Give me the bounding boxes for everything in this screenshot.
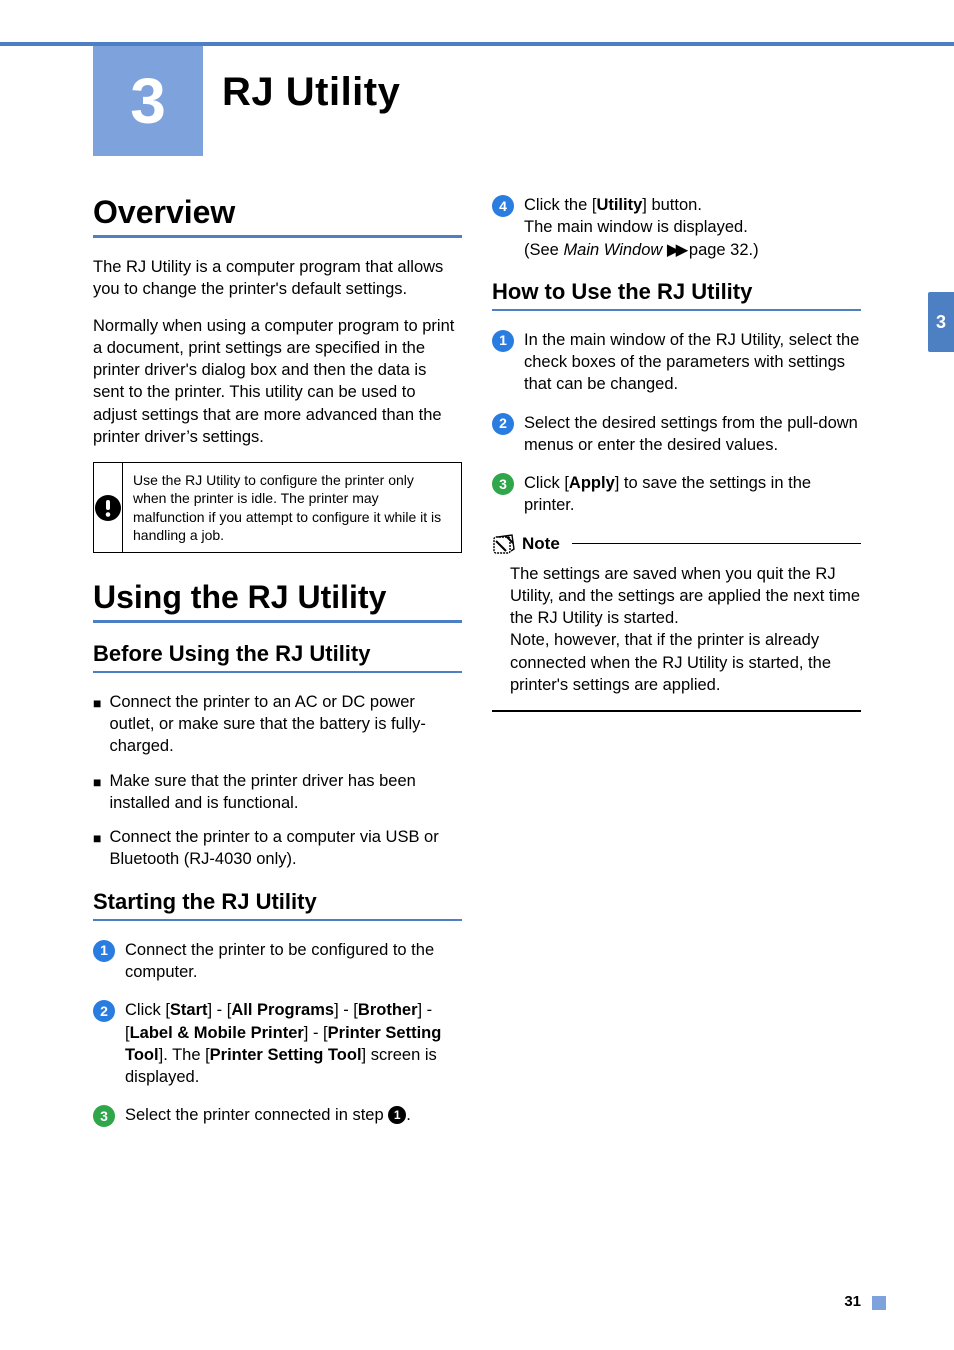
step-item: 1 Connect the printer to be configured t… (93, 939, 462, 984)
bullet-item: ■ Connect the printer to a computer via … (93, 826, 462, 871)
before-bullet-list: ■ Connect the printer to an AC or DC pow… (93, 691, 462, 871)
bold: Utility (596, 196, 642, 214)
bullet-item: ■ Make sure that the printer driver has … (93, 770, 462, 815)
t: ] button. (642, 196, 702, 214)
step-number-icon: 2 (492, 413, 514, 435)
step-number-icon: 3 (93, 1105, 115, 1127)
t: Select the printer connected in step (125, 1106, 388, 1124)
bullet-text: Connect the printer to a computer via US… (109, 826, 462, 871)
rule-sub (93, 671, 462, 673)
chapter-title: RJ Utility (222, 70, 400, 115)
starting-steps-cont: 4 Click the [Utility] button. The main w… (492, 194, 861, 261)
note-icon (492, 533, 516, 555)
t: The main window is displayed. (524, 218, 748, 236)
step-number-icon: 1 (492, 330, 514, 352)
bold: Printer Setting Tool (210, 1046, 362, 1064)
bullet-text: Make sure that the printer driver has be… (109, 770, 462, 815)
rule-sub (492, 309, 861, 311)
step-item: 2 Select the desired settings from the p… (492, 412, 861, 457)
step-text: Connect the printer to be configured to … (125, 939, 462, 984)
side-page-tab: 3 (928, 292, 954, 352)
bold: Start (170, 1001, 208, 1019)
bullet-marker: ■ (93, 826, 101, 871)
step-item: 3 Select the printer connected in step 1… (93, 1104, 462, 1127)
chapter-number: 3 (130, 64, 166, 138)
step-text: Select the printer connected in step 1. (125, 1104, 411, 1127)
bold: Apply (569, 474, 615, 492)
step-item: 3 Click [Apply] to save the settings in … (492, 472, 861, 517)
step-text: In the main window of the RJ Utility, se… (524, 329, 861, 396)
content-area: Overview The RJ Utility is a computer pr… (93, 194, 861, 1143)
note-header: Note (492, 533, 861, 555)
bullet-marker: ■ (93, 770, 101, 815)
bullet-item: ■ Connect the printer to an AC or DC pow… (93, 691, 462, 758)
t: . (406, 1106, 411, 1124)
arrows-icon: ▶▶ (667, 241, 684, 259)
bold: Brother (358, 1001, 418, 1019)
howto-steps: 1 In the main window of the RJ Utility, … (492, 329, 861, 517)
note-header-line (572, 543, 861, 545)
overview-para-2: Normally when using a computer program t… (93, 315, 462, 449)
note-label: Note (522, 534, 560, 554)
t: ]. The [ (159, 1046, 210, 1064)
t: ] - [ (208, 1001, 232, 1019)
howto-heading: How to Use the RJ Utility (492, 279, 861, 305)
step-item: 1 In the main window of the RJ Utility, … (492, 329, 861, 396)
t: ] - [ (334, 1001, 358, 1019)
caution-box: Use the RJ Utility to configure the prin… (93, 462, 462, 553)
overview-heading: Overview (93, 194, 462, 231)
starting-heading: Starting the RJ Utility (93, 889, 462, 915)
step-number-icon: 4 (492, 195, 514, 217)
chapter-tab: 3 (93, 46, 203, 156)
bullet-marker: ■ (93, 691, 101, 758)
t: Click [ (125, 1001, 170, 1019)
step-text: Click [Start] - [All Programs] - [Brothe… (125, 999, 462, 1088)
before-heading: Before Using the RJ Utility (93, 641, 462, 667)
step-ref-icon: 1 (388, 1106, 406, 1124)
step-text: Select the desired settings from the pul… (524, 412, 861, 457)
step-number-icon: 3 (492, 473, 514, 495)
using-heading: Using the RJ Utility (93, 579, 462, 616)
step-number-icon: 1 (93, 940, 115, 962)
t: page 32.) (684, 241, 758, 259)
caution-icon-cell (94, 463, 123, 552)
rule (93, 620, 462, 623)
note-body: The settings are saved when you quit the… (510, 563, 861, 697)
bold: All Programs (231, 1001, 334, 1019)
t: Click the [ (524, 196, 596, 214)
starting-steps: 1 Connect the printer to be configured t… (93, 939, 462, 1128)
bullet-text: Connect the printer to an AC or DC power… (109, 691, 462, 758)
t: ] - [ (304, 1024, 328, 1042)
bold: Label & Mobile Printer (130, 1024, 304, 1042)
step-text: Click the [Utility] button. The main win… (524, 194, 759, 261)
page-number: 31 (844, 1293, 861, 1310)
overview-para-1: The RJ Utility is a computer program tha… (93, 256, 462, 301)
right-column: 4 Click the [Utility] button. The main w… (492, 194, 861, 1143)
caution-icon (94, 494, 122, 522)
step-item: 2 Click [Start] - [All Programs] - [Brot… (93, 999, 462, 1088)
t: (See (524, 241, 563, 259)
note-close-line (492, 710, 861, 712)
t: Click [ (524, 474, 569, 492)
italic: Main Window (563, 241, 662, 259)
step-item: 4 Click the [Utility] button. The main w… (492, 194, 861, 261)
rule-sub (93, 919, 462, 921)
rule (93, 235, 462, 238)
side-tab-number: 3 (936, 312, 946, 333)
page-corner-block (872, 1296, 886, 1310)
step-number-icon: 2 (93, 1000, 115, 1022)
left-column: Overview The RJ Utility is a computer pr… (93, 194, 462, 1143)
step-text: Click [Apply] to save the settings in th… (524, 472, 861, 517)
caution-text: Use the RJ Utility to configure the prin… (123, 463, 461, 552)
